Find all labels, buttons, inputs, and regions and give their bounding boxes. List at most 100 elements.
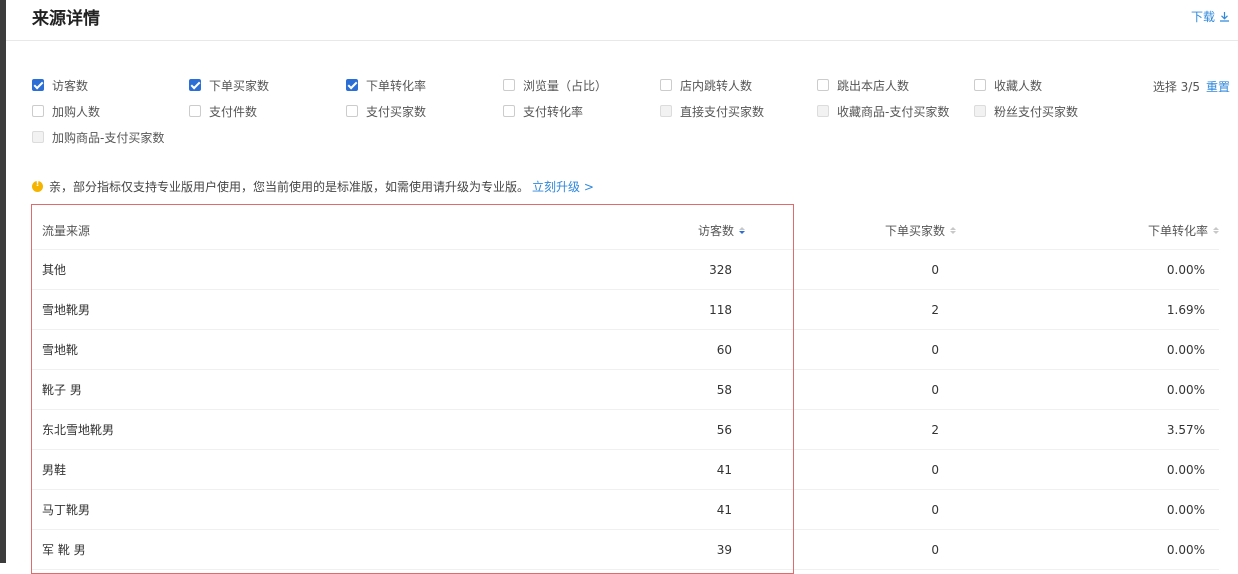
table-row[interactable]: 马丁靴男 41 0 0.00%	[31, 490, 1219, 530]
upgrade-notice: 亲，部分指标仅支持专业版用户使用，您当前使用的是标准版，如需使用请升级为专业版。…	[32, 178, 594, 195]
selection-count: 选择 3/5 重置	[1153, 78, 1230, 95]
sort-icon[interactable]	[950, 226, 956, 234]
metric-label: 下单买家数	[209, 78, 270, 93]
sort-icon[interactable]	[739, 226, 745, 234]
metric-checkbox[interactable]	[503, 105, 515, 117]
metric-checkbox[interactable]	[32, 79, 44, 91]
metric-checkbox-item[interactable]: 浏览量（占比）	[503, 77, 607, 93]
table-row[interactable]: 雪地靴 60 0 0.00%	[31, 330, 1219, 370]
table-header: 流量来源 访客数 下单买家数 下单转化率	[31, 211, 1219, 250]
metric-checkbox[interactable]	[346, 105, 358, 117]
metric-checkbox	[32, 131, 44, 143]
metric-checkbox	[660, 105, 672, 117]
metric-checkbox-item[interactable]: 下单转化率	[346, 77, 426, 93]
download-icon	[1220, 12, 1229, 22]
metric-label: 加购人数	[52, 104, 101, 119]
metric-checkbox-item[interactable]: 店内跳转人数	[660, 77, 752, 93]
table-row[interactable]: 东北雪地靴男 56 2 3.57%	[31, 410, 1219, 450]
metric-checkbox-item[interactable]: 收藏人数	[974, 77, 1042, 93]
header-buyers-label: 下单买家数	[884, 223, 945, 238]
cell-visitors: 58	[716, 382, 732, 397]
metric-checkbox-item[interactable]: 支付买家数	[346, 103, 426, 119]
metric-label: 直接支付买家数	[680, 104, 765, 119]
source-table: 流量来源 访客数 下单买家数 下单转化率 其他 328 0 0.00% 雪地靴男 118 2…	[31, 211, 1219, 570]
header-source: 流量来源	[42, 223, 91, 238]
cell-source: 东北雪地靴男	[42, 423, 115, 437]
table-row[interactable]: 军 靴 男 39 0 0.00%	[31, 530, 1219, 570]
cell-buyers: 0	[931, 262, 939, 277]
table-row[interactable]: 其他 328 0 0.00%	[31, 250, 1219, 290]
cell-rate: 1.69%	[1166, 302, 1205, 317]
metric-label: 收藏人数	[994, 78, 1043, 93]
metric-label: 支付转化率	[523, 104, 584, 119]
metric-label: 访客数	[52, 78, 89, 93]
metric-label: 跳出本店人数	[837, 78, 910, 93]
metric-checkbox[interactable]	[189, 105, 201, 117]
metric-checkbox-item[interactable]: 加购人数	[32, 103, 100, 119]
header-rate[interactable]: 下单转化率	[1148, 211, 1219, 249]
cell-source: 马丁靴男	[42, 503, 91, 517]
cell-buyers: 2	[931, 302, 939, 317]
header-visitors[interactable]: 访客数	[698, 211, 745, 249]
cell-rate: 0.00%	[1166, 262, 1205, 277]
metric-checkbox-item[interactable]: 访客数	[32, 77, 88, 93]
warning-icon	[32, 179, 43, 192]
metric-checkbox[interactable]	[974, 79, 986, 91]
metric-checkbox-item: 直接支付买家数	[660, 103, 764, 119]
cell-rate: 0.00%	[1166, 542, 1205, 557]
cell-rate: 3.57%	[1166, 422, 1205, 437]
cell-buyers: 0	[931, 342, 939, 357]
metric-checkbox-item[interactable]: 下单买家数	[189, 77, 269, 93]
metric-checkbox-item: 粉丝支付买家数	[974, 103, 1078, 119]
metric-label: 店内跳转人数	[680, 78, 753, 93]
page-title: 来源详情	[32, 9, 100, 29]
cell-visitors: 39	[716, 542, 732, 557]
reset-link[interactable]: 重置	[1206, 80, 1230, 94]
cell-rate: 0.00%	[1166, 342, 1205, 357]
metric-label: 收藏商品-支付买家数	[837, 104, 950, 119]
metric-label: 支付件数	[209, 104, 258, 119]
download-label: 下载	[1190, 10, 1215, 24]
metric-checkbox	[974, 105, 986, 117]
metric-checkbox[interactable]	[32, 105, 44, 117]
cell-source: 军 靴 男	[42, 543, 86, 557]
sort-icon[interactable]	[1213, 226, 1219, 234]
cell-visitors: 118	[709, 302, 732, 317]
header-rate-label: 下单转化率	[1147, 223, 1208, 238]
cell-visitors: 328	[709, 262, 732, 277]
notice-text: 亲，部分指标仅支持专业版用户使用，您当前使用的是标准版，如需使用请升级为专业版。	[49, 180, 530, 194]
cell-visitors: 41	[716, 462, 732, 477]
cell-source: 其他	[42, 263, 67, 277]
cell-source: 靴子 男	[42, 383, 82, 397]
cell-buyers: 0	[931, 542, 939, 557]
metric-label: 下单转化率	[366, 78, 427, 93]
metric-checkbox	[817, 105, 829, 117]
upgrade-link[interactable]: 立刻升级 >	[532, 178, 594, 195]
header-visitors-label: 访客数	[697, 223, 734, 238]
cell-rate: 0.00%	[1166, 502, 1205, 517]
header-buyers[interactable]: 下单买家数	[885, 211, 956, 249]
table-row[interactable]: 男鞋 41 0 0.00%	[31, 450, 1219, 490]
metric-checkbox-item[interactable]: 支付件数	[189, 103, 257, 119]
cell-rate: 0.00%	[1166, 462, 1205, 477]
cell-source: 男鞋	[42, 463, 67, 477]
metric-checkbox[interactable]	[346, 79, 358, 91]
metric-checkbox-item[interactable]: 支付转化率	[503, 103, 583, 119]
cell-visitors: 60	[716, 342, 732, 357]
table-row[interactable]: 靴子 男 58 0 0.00%	[31, 370, 1219, 410]
cell-source: 雪地靴男	[42, 303, 91, 317]
metric-checkbox[interactable]	[503, 79, 515, 91]
window-edge	[0, 0, 6, 563]
metric-checkbox[interactable]	[189, 79, 201, 91]
metric-checkbox[interactable]	[660, 79, 672, 91]
cell-visitors: 56	[716, 422, 732, 437]
metric-label: 加购商品-支付买家数	[52, 130, 165, 145]
selection-count-text: 选择 3/5	[1152, 80, 1200, 94]
metric-label: 支付买家数	[366, 104, 427, 119]
metric-checkbox[interactable]	[817, 79, 829, 91]
table-row[interactable]: 雪地靴男 118 2 1.69%	[31, 290, 1219, 330]
cell-visitors: 41	[716, 502, 732, 517]
metric-checkbox-item: 收藏商品-支付买家数	[817, 103, 949, 119]
download-button[interactable]: 下载	[1191, 8, 1230, 25]
metric-checkbox-item[interactable]: 跳出本店人数	[817, 77, 909, 93]
